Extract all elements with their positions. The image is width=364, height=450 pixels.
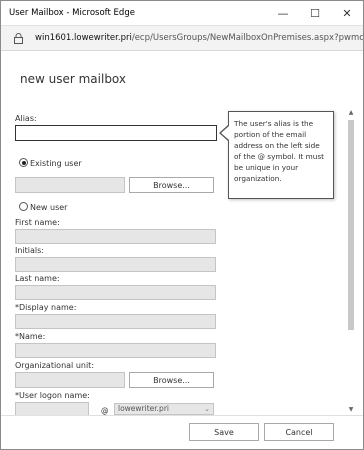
display-name-input[interactable]	[15, 314, 216, 329]
browse-ou-button[interactable]: Browse...	[129, 372, 214, 388]
last-name-input[interactable]	[15, 285, 216, 300]
first-name-input[interactable]	[15, 229, 216, 244]
address-bar[interactable]: win1601.lowewriter.pri/ecp/UsersGroups/N…	[1, 25, 363, 51]
minimize-button[interactable]: —	[267, 1, 299, 25]
url-host: win1601.lowewriter.pri	[35, 33, 132, 43]
existing-user-label: Existing user	[30, 159, 82, 168]
scroll-down-icon[interactable]: ▼	[347, 405, 355, 413]
alias-label: Alias:	[15, 114, 37, 123]
cancel-button[interactable]: Cancel	[264, 423, 334, 441]
maximize-button[interactable]: ☐	[299, 1, 331, 25]
ou-input	[15, 372, 125, 388]
lock-icon	[7, 32, 29, 44]
page-content: new user mailbox Alias: The user's alias…	[1, 52, 363, 415]
window-title: User Mailbox - Microsoft Edge	[9, 8, 135, 18]
url-text[interactable]: win1601.lowewriter.pri/ecp/UsersGroups/N…	[35, 33, 363, 43]
dialog-footer: Save Cancel	[1, 415, 363, 449]
display-name-label: *Display name:	[15, 303, 77, 312]
initials-label: Initials:	[15, 246, 44, 255]
domain-select[interactable]: lowewriter.pri ⌄	[114, 403, 214, 415]
browser-window: User Mailbox - Microsoft Edge — ☐ ✕ win1…	[0, 0, 364, 450]
name-label: *Name:	[15, 332, 46, 341]
alias-input[interactable]	[15, 125, 217, 141]
domain-select-value: lowewriter.pri	[118, 404, 169, 413]
browse-existing-user-button[interactable]: Browse...	[129, 177, 214, 193]
logon-name-input[interactable]	[15, 402, 89, 415]
ou-label: Organizational unit:	[15, 361, 95, 370]
existing-user-field	[15, 177, 125, 193]
scroll-up-icon[interactable]: ▲	[347, 108, 355, 116]
title-bar: User Mailbox - Microsoft Edge — ☐ ✕	[1, 1, 363, 25]
alias-tooltip: The user's alias is the portion of the e…	[228, 111, 334, 199]
existing-user-radio[interactable]	[19, 158, 28, 167]
new-user-label: New user	[30, 203, 68, 212]
new-user-radio[interactable]	[19, 202, 28, 211]
close-button[interactable]: ✕	[331, 1, 363, 25]
last-name-label: Last name:	[15, 274, 60, 283]
url-path: /ecp/UsersGroups/NewMailboxOnPremises.as…	[131, 33, 363, 43]
save-button[interactable]: Save	[189, 423, 259, 441]
page-title: new user mailbox	[20, 72, 127, 86]
at-symbol: @	[101, 406, 109, 415]
name-input[interactable]	[15, 343, 216, 358]
logon-name-label: *User logon name:	[15, 391, 90, 400]
initials-input[interactable]	[15, 257, 216, 272]
tooltip-arrow-inner	[221, 126, 229, 140]
scrollbar[interactable]: ▲ ▼	[347, 108, 355, 413]
first-name-label: First name:	[15, 218, 60, 227]
scroll-thumb[interactable]	[348, 120, 354, 330]
chevron-down-icon: ⌄	[204, 405, 210, 413]
